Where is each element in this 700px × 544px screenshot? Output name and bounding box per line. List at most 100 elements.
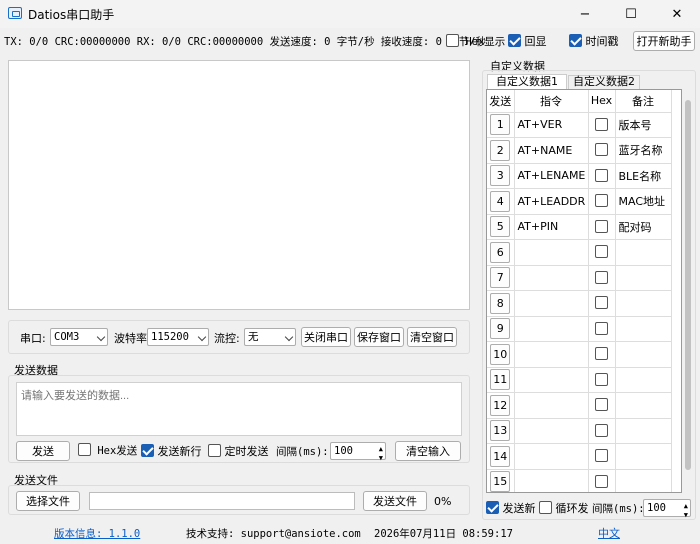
receive-area[interactable] bbox=[8, 60, 470, 310]
interval-spinbox[interactable]: 100 ▲ ▼ bbox=[330, 442, 386, 462]
custom-interval-spinbox[interactable]: 100 ▲ ▼ bbox=[643, 499, 691, 519]
row-hex-checkbox[interactable] bbox=[595, 168, 608, 182]
note-cell[interactable] bbox=[615, 290, 672, 317]
open-new-assistant-button[interactable]: 打开新助手 bbox=[633, 31, 695, 51]
command-cell[interactable]: AT+PIN bbox=[514, 214, 589, 240]
command-cell[interactable] bbox=[514, 265, 589, 291]
note-cell[interactable] bbox=[615, 341, 672, 368]
row-send-button[interactable]: 2 bbox=[490, 139, 511, 161]
minimize-button[interactable]: − bbox=[562, 0, 608, 28]
row-hex-checkbox[interactable] bbox=[595, 321, 608, 335]
row-hex-checkbox[interactable] bbox=[595, 117, 608, 131]
row-hex-checkbox[interactable] bbox=[595, 474, 608, 488]
row-hex-checkbox[interactable] bbox=[595, 296, 608, 310]
command-cell[interactable] bbox=[514, 443, 589, 470]
hex-display-checkbox[interactable]: Hex显示 bbox=[446, 34, 505, 49]
clear-window-button[interactable]: 清空窗口 bbox=[407, 327, 457, 347]
command-cell[interactable] bbox=[514, 239, 589, 266]
row-hex-checkbox[interactable] bbox=[595, 423, 608, 437]
checkbox-icon[interactable] bbox=[208, 444, 221, 457]
timed-send-checkbox[interactable]: 定时发送 bbox=[208, 443, 269, 459]
port-select[interactable]: COM3 bbox=[50, 328, 108, 346]
checkbox-checked-icon[interactable] bbox=[141, 444, 154, 457]
row-send-button[interactable]: 4 bbox=[490, 190, 511, 212]
close-button[interactable]: ✕ bbox=[654, 0, 700, 28]
loop-send-checkbox[interactable]: 循环发 bbox=[539, 500, 589, 516]
note-cell[interactable] bbox=[615, 443, 672, 470]
command-cell[interactable] bbox=[514, 367, 589, 393]
send-newline-checkbox[interactable]: 发送新行 bbox=[141, 443, 202, 459]
send-file-button[interactable]: 发送文件 bbox=[363, 491, 427, 511]
tab-custom-data-2[interactable]: 自定义数据2 bbox=[568, 75, 640, 89]
choose-file-button[interactable]: 选择文件 bbox=[16, 491, 80, 511]
send-button[interactable]: 发送 bbox=[16, 441, 70, 461]
row-send-button[interactable]: 15 bbox=[490, 471, 511, 492]
row-send-button[interactable]: 3 bbox=[490, 165, 511, 187]
flow-select[interactable]: 无 bbox=[244, 328, 296, 346]
language-link[interactable]: 中文 bbox=[598, 525, 620, 541]
command-cell[interactable] bbox=[514, 418, 589, 444]
checkbox-checked-icon[interactable] bbox=[508, 34, 521, 47]
row-send-button[interactable]: 12 bbox=[490, 394, 511, 416]
echo-checkbox[interactable]: 回显 bbox=[508, 33, 547, 49]
row-send-button[interactable]: 1 bbox=[490, 114, 511, 136]
checkbox-icon[interactable] bbox=[539, 501, 552, 514]
row-hex-checkbox[interactable] bbox=[595, 449, 608, 463]
row-hex-checkbox[interactable] bbox=[595, 347, 608, 361]
command-cell[interactable]: AT+VER bbox=[514, 112, 589, 138]
note-cell[interactable] bbox=[615, 392, 672, 419]
row-hex-checkbox[interactable] bbox=[595, 245, 608, 259]
checkbox-checked-icon[interactable] bbox=[569, 34, 582, 47]
row-send-button[interactable]: 11 bbox=[490, 369, 511, 391]
close-port-button[interactable]: 关闭串口 bbox=[301, 327, 351, 347]
note-cell[interactable] bbox=[615, 265, 672, 291]
command-cell[interactable]: AT+LENAME bbox=[514, 163, 589, 189]
spin-down-icon[interactable]: ▼ bbox=[684, 507, 688, 523]
table-scrollbar-thumb[interactable] bbox=[685, 100, 691, 470]
note-cell[interactable]: 配对码 bbox=[615, 214, 672, 240]
command-cell[interactable] bbox=[514, 290, 589, 317]
send-input[interactable] bbox=[16, 382, 462, 436]
row-send-button[interactable]: 13 bbox=[490, 420, 511, 442]
note-cell[interactable]: 版本号 bbox=[615, 112, 672, 138]
command-cell[interactable] bbox=[514, 341, 589, 368]
command-cell[interactable] bbox=[514, 469, 589, 492]
maximize-button[interactable]: ☐ bbox=[608, 0, 654, 28]
row-hex-checkbox[interactable] bbox=[595, 398, 608, 412]
command-cell[interactable]: AT+NAME bbox=[514, 137, 589, 164]
note-cell[interactable]: BLE名称 bbox=[615, 163, 672, 189]
checkbox-checked-icon[interactable] bbox=[486, 501, 499, 514]
checkbox-icon[interactable] bbox=[446, 34, 459, 47]
command-cell[interactable]: AT+LEADDR bbox=[514, 188, 589, 215]
row-send-button[interactable]: 6 bbox=[490, 241, 511, 263]
row-send-button[interactable]: 10 bbox=[490, 343, 511, 365]
row-send-button[interactable]: 7 bbox=[490, 267, 511, 289]
row-hex-checkbox[interactable] bbox=[595, 372, 608, 386]
save-window-button[interactable]: 保存窗口 bbox=[354, 327, 404, 347]
baud-select[interactable]: 115200 bbox=[147, 328, 209, 346]
note-cell[interactable]: 蓝牙名称 bbox=[615, 137, 672, 164]
tab-custom-data-1[interactable]: 自定义数据1 bbox=[487, 74, 567, 90]
command-cell[interactable] bbox=[514, 316, 589, 342]
clear-input-button[interactable]: 清空输入 bbox=[395, 441, 461, 461]
note-cell[interactable] bbox=[615, 469, 672, 492]
spin-down-icon[interactable]: ▼ bbox=[379, 450, 383, 466]
row-send-button[interactable]: 14 bbox=[490, 445, 511, 467]
custom-send-newline-checkbox[interactable]: 发送新 bbox=[486, 500, 536, 516]
hex-send-checkbox[interactable]: Hex发送 bbox=[78, 443, 137, 458]
note-cell[interactable] bbox=[615, 239, 672, 266]
command-cell[interactable] bbox=[514, 392, 589, 419]
row-send-button[interactable]: 5 bbox=[490, 216, 511, 238]
note-cell[interactable] bbox=[615, 316, 672, 342]
row-hex-checkbox[interactable] bbox=[595, 219, 608, 233]
checkbox-icon[interactable] bbox=[78, 443, 91, 456]
row-hex-checkbox[interactable] bbox=[595, 194, 608, 208]
version-link[interactable]: 版本信息: 1.1.0 bbox=[54, 526, 140, 541]
row-hex-checkbox[interactable] bbox=[595, 270, 608, 284]
note-cell[interactable]: MAC地址 bbox=[615, 188, 672, 215]
timestamp-checkbox[interactable]: 时间戳 bbox=[569, 33, 619, 49]
row-send-button[interactable]: 8 bbox=[490, 292, 511, 314]
note-cell[interactable] bbox=[615, 367, 672, 393]
note-cell[interactable] bbox=[615, 418, 672, 444]
row-hex-checkbox[interactable] bbox=[595, 143, 608, 157]
